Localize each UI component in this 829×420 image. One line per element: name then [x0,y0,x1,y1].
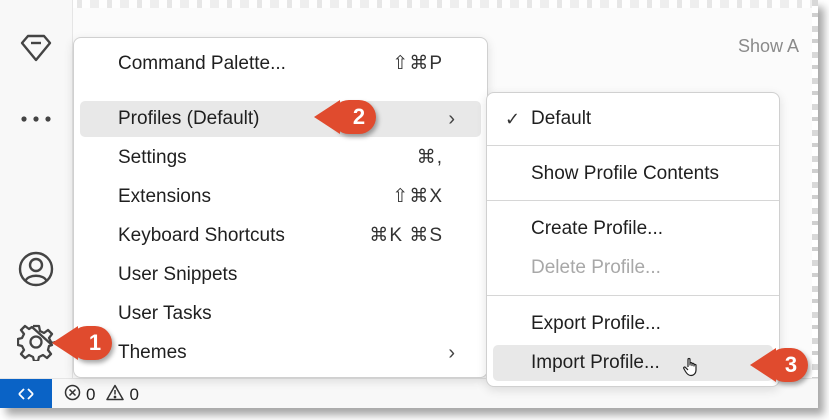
torn-edge-top [0,0,818,8]
menu-item-extensions[interactable]: Extensions ⇧⌘X [80,179,481,215]
callout-3: 3 [750,348,808,382]
separator [487,145,779,146]
error-icon [64,384,81,406]
callout-1: 1 [52,326,112,360]
torn-edge-right [812,0,818,408]
remote-indicator-button[interactable] [0,379,52,408]
submenu-item-export-profile[interactable]: Export Profile... [493,306,773,342]
menu-item-settings[interactable]: Settings ⌘, [80,140,481,176]
chevron-right-icon: › [448,108,455,130]
submenu-item-import-profile[interactable]: Import Profile... [493,345,773,381]
show-all-commands-text: Show A [738,36,800,56]
menu-item-user-snippets[interactable]: User Snippets [80,257,481,293]
submenu-item-default-profile[interactable]: ✓ Default [493,101,773,137]
manage-gear-icon[interactable] [16,322,56,362]
separator [487,295,779,296]
menu-item-user-tasks[interactable]: User Tasks [80,296,481,332]
manage-menu: Command Palette... ⇧⌘P Profiles (Default… [73,37,488,378]
activity-bar [0,0,73,378]
profiles-submenu: ✓ Default Show Profile Contents Create P… [486,92,780,387]
warnings-count: 0 [129,385,139,404]
submenu-item-create-profile[interactable]: Create Profile... [493,211,773,247]
menu-item-command-palette[interactable]: Command Palette... ⇧⌘P [80,46,481,82]
callout-2: 2 [314,100,376,134]
checkmark-icon: ✓ [505,109,521,129]
separator [487,200,779,201]
more-icon[interactable] [16,99,56,139]
hand-cursor-icon [682,354,700,390]
menu-item-profiles[interactable]: Profiles (Default) › [80,101,481,137]
account-icon[interactable] [16,249,56,289]
menu-item-themes[interactable]: Themes › [80,335,481,371]
menu-item-keyboard-shortcuts[interactable]: Keyboard Shortcuts ⌘K ⌘S [80,218,481,254]
problems-status[interactable]: 0 0 [64,384,139,406]
gem-icon[interactable] [16,27,56,67]
warning-icon [106,384,125,406]
chevron-right-icon: › [448,342,455,364]
submenu-item-delete-profile: Delete Profile... [531,257,661,278]
errors-count: 0 [86,385,96,404]
submenu-item-show-profile-contents[interactable]: Show Profile Contents [493,156,773,192]
